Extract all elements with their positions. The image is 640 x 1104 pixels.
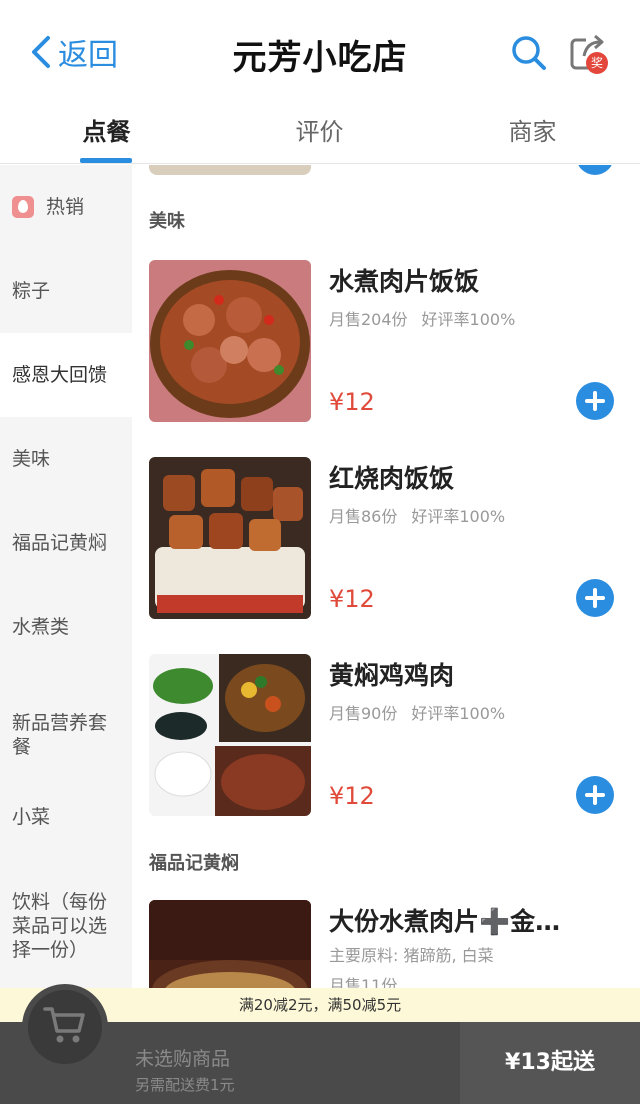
- list-item[interactable]: 红烧肉饭饭 月售86份 好评率100% ¥12: [149, 457, 629, 622]
- tab-order[interactable]: 点餐: [0, 112, 213, 147]
- food-meta: 月售90份 好评率100%: [329, 700, 505, 724]
- rating: 好评率100%: [411, 507, 506, 526]
- list-item[interactable]: 大份水煮肉片➕金… 主要原料: 猪蹄筋, 白菜 月售11份: [149, 900, 629, 988]
- add-to-cart-button[interactable]: [576, 165, 614, 175]
- sidebar-item-label: 福品记黄焖: [12, 532, 108, 554]
- monthly-sales: 月售204份: [329, 310, 408, 329]
- food-image: [149, 900, 311, 988]
- price: ¥12: [329, 585, 375, 613]
- sidebar-item-label: 美味: [12, 448, 51, 470]
- cart-button[interactable]: [22, 984, 108, 1070]
- monthly-sales: 月售86份: [329, 507, 398, 526]
- tab-bar: 点餐 评价 商家: [0, 100, 640, 164]
- rating: 好评率100%: [421, 310, 516, 329]
- food-image: [149, 654, 311, 816]
- sidebar-item-label: 感恩大回馈: [12, 364, 108, 386]
- price: ¥12: [329, 782, 375, 810]
- list-item[interactable]: 黄焖鸡鸡肉 月售90份 好评率100% ¥12: [149, 654, 629, 819]
- shopping-cart-icon: [43, 1005, 87, 1049]
- food-name: 水煮肉片饭饭: [329, 267, 480, 296]
- top-bar: 返回 元芳小吃店 奖: [0, 0, 640, 100]
- active-tab-indicator: [80, 158, 132, 163]
- food-name: 黄焖鸡鸡肉: [329, 661, 455, 690]
- menu-list: 美味 水煮肉片饭饭 月售204份 好评率100% ¥12 红烧肉饭饭 月售86份…: [132, 165, 640, 988]
- section-title: 福品记黄焖: [149, 853, 239, 874]
- add-to-cart-button[interactable]: [576, 579, 614, 617]
- sidebar-item-boiled[interactable]: 水煮类: [0, 605, 132, 649]
- sidebar-item-drinks[interactable]: 饮料（每份菜品可以选择一份）: [0, 881, 132, 971]
- reward-badge: 奖: [586, 52, 608, 74]
- sidebar-item-label: 新品营养套餐: [12, 712, 108, 758]
- sidebar-item-braised[interactable]: 福品记黄焖: [0, 521, 132, 565]
- food-meta: 月售204份 好评率100%: [329, 306, 515, 330]
- list-item[interactable]: 水煮肉片饭饭 月售204份 好评率100% ¥12: [149, 260, 629, 425]
- sidebar-item-label: 粽子: [12, 280, 51, 302]
- food-image: [149, 260, 311, 422]
- category-sidebar: 热销 粽子 感恩大回馈 美味 福品记黄焖 水煮类 新品营养套餐 小菜 饮料（每份…: [0, 165, 132, 988]
- tab-reviews[interactable]: 评价: [213, 112, 426, 147]
- tab-merchant[interactable]: 商家: [426, 112, 639, 147]
- sidebar-item-label: 饮料（每份菜品可以选择一份）: [12, 891, 108, 961]
- sidebar-item-label: 水煮类: [12, 616, 70, 638]
- section-title: 美味: [149, 211, 185, 232]
- sidebar-item-tasty[interactable]: 美味: [0, 437, 132, 481]
- delivery-fee: 另需配送费1元: [135, 1076, 235, 1094]
- search-icon[interactable]: [510, 34, 548, 72]
- food-name: 大份水煮肉片➕金…: [329, 907, 561, 936]
- ingredients: 主要原料: 猪蹄筋, 白菜: [329, 946, 494, 965]
- food-image: [149, 165, 311, 175]
- add-to-cart-button[interactable]: [576, 776, 614, 814]
- monthly-sales: 月售11份: [329, 976, 398, 988]
- food-meta: 月售86份 好评率100%: [329, 503, 505, 527]
- cart-status: 未选购商品: [135, 1048, 231, 1070]
- rating: 好评率100%: [411, 704, 506, 723]
- sidebar-item-hot[interactable]: 热销: [0, 185, 132, 229]
- fire-icon: [12, 196, 34, 218]
- sidebar-item-new-set[interactable]: 新品营养套餐: [0, 695, 132, 775]
- monthly-sales: 月售90份: [329, 704, 398, 723]
- add-to-cart-button[interactable]: [576, 382, 614, 420]
- price: ¥12: [329, 388, 375, 416]
- sidebar-item-label: 热销: [46, 196, 85, 218]
- sidebar-item-label: 小菜: [12, 806, 51, 828]
- sidebar-item-side-dish[interactable]: 小菜: [0, 795, 132, 839]
- checkout-button[interactable]: ¥13起送: [460, 1022, 640, 1104]
- sidebar-item-zongzi[interactable]: 粽子: [0, 269, 132, 313]
- food-name: 红烧肉饭饭: [329, 464, 455, 493]
- sidebar-item-thanks[interactable]: 感恩大回馈: [0, 333, 132, 417]
- food-image: [149, 457, 311, 619]
